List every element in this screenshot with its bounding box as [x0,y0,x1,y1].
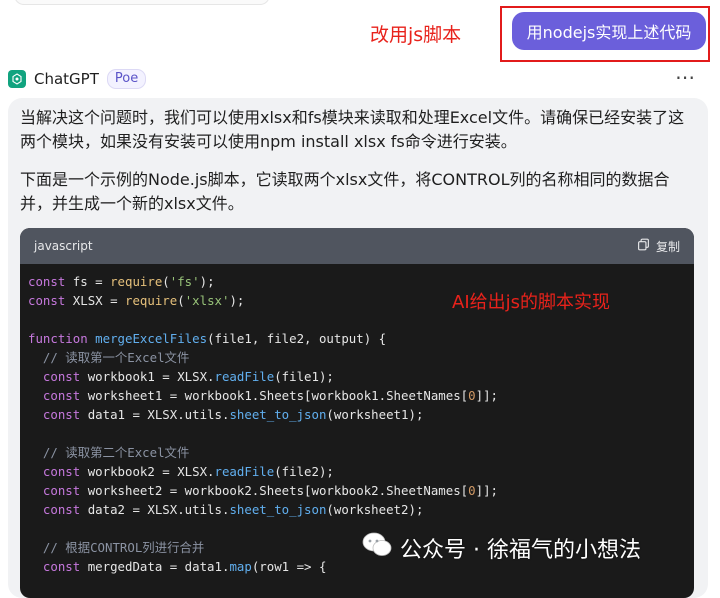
code-line: const data1 = XLSX.utils.sheet_to_json(w… [42,407,424,422]
code-line: // 读取第一个Excel文件 [28,350,190,365]
code-language-label: javascript [34,239,93,253]
wechat-icon [362,532,392,564]
code-line: function mergeExcelFiles(file1, file2, o… [28,331,387,346]
user-message-bubble: 用nodejs实现上述代码 [512,12,706,50]
poe-badge[interactable]: Poe [106,69,147,89]
annotation-top-note: 改用js脚本 [370,24,462,46]
watermark: 公众号 · 徐福气的小想法 [362,532,641,564]
copy-button[interactable]: 复制 [637,238,680,255]
previous-message-edge [14,0,270,5]
code-block-header: javascript 复制 [20,228,694,264]
bot-paragraph-2: 下面是一个示例的Node.js脚本，它读取两个xlsx文件，将CONTROL列的… [20,170,670,213]
bot-header: ChatGPT Poe ⋯ [8,67,712,90]
bot-name: ChatGPT [34,70,99,88]
chatgpt-logo-icon [8,70,26,88]
code-line: const workbook1 = XLSX.readFile(file1); [42,369,334,384]
annotation-code-note: AI给出js的脚本实现 [452,292,611,313]
code-line: const workbook2 = XLSX.readFile(file2); [42,464,334,479]
watermark-text: 公众号 · 徐福气的小想法 [400,538,641,563]
code-line: const data2 = XLSX.utils.sheet_to_json(w… [42,502,424,517]
bot-paragraph-1: 当解决这个问题时，我们可以使用xlsx和fs模块来读取和处理Excel文件。请确… [20,108,685,151]
copy-label: 复制 [655,239,680,254]
copy-icon [637,238,650,254]
code-line: const worksheet2 = workbook2.Sheets[work… [42,483,499,498]
code-line: // 读取第二个Excel文件 [28,445,190,460]
more-options-icon[interactable]: ⋯ [675,67,696,87]
code-line: const worksheet1 = workbook1.Sheets[work… [42,388,499,403]
